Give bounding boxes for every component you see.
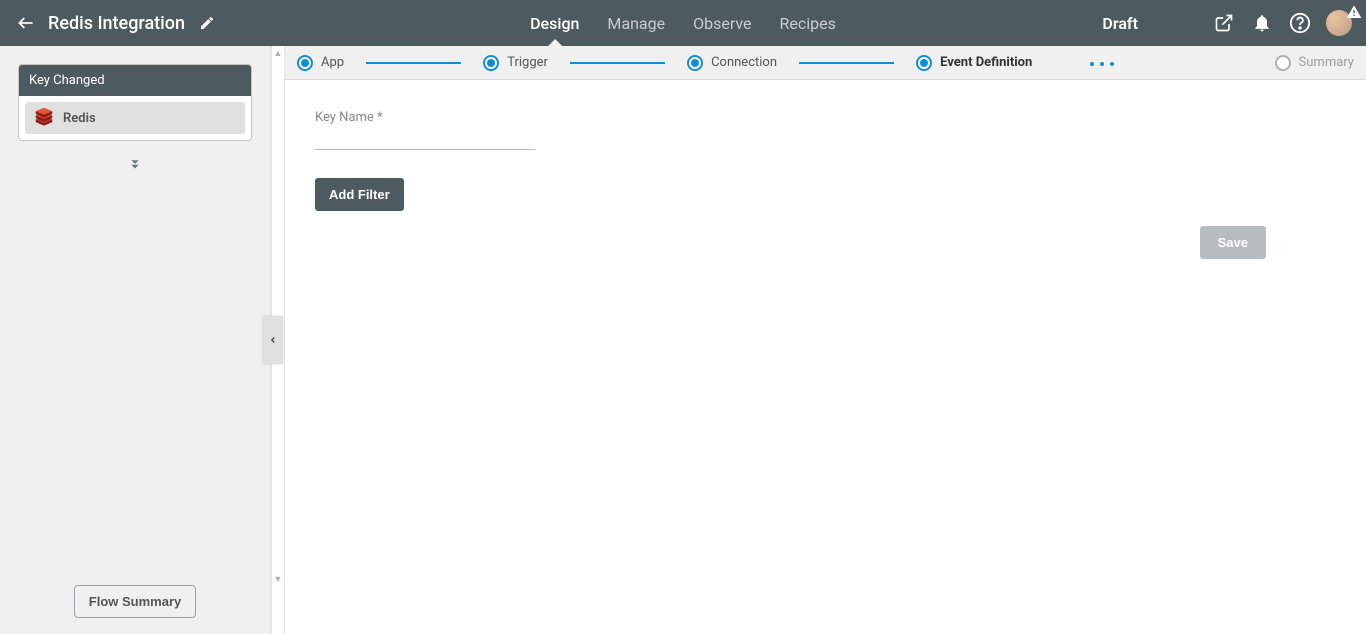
tab-manage[interactable]: Manage xyxy=(607,0,665,46)
avatar[interactable] xyxy=(1326,10,1352,36)
form-area: Key Name * Add Filter Save xyxy=(285,80,1366,634)
step-label-event: Event Definition xyxy=(940,55,1032,70)
sidebar-collapse-handle[interactable] xyxy=(263,316,283,364)
step-connection[interactable]: Connection xyxy=(687,55,777,71)
page-title: Redis Integration xyxy=(48,13,185,34)
tab-recipes[interactable]: Recipes xyxy=(780,0,836,46)
warning-icon xyxy=(1346,4,1362,24)
field-key-name: Key Name * xyxy=(315,110,1336,150)
add-filter-button[interactable]: Add Filter xyxy=(315,178,404,211)
key-name-input[interactable] xyxy=(315,128,535,150)
step-connector xyxy=(366,62,461,64)
step-label-trigger: Trigger xyxy=(507,55,548,70)
step-trigger[interactable]: Trigger xyxy=(483,55,548,71)
stepbar: App Trigger Connection Event Definition xyxy=(285,46,1366,80)
step-radio-app-icon xyxy=(297,55,313,71)
sidebar-card-title: Key Changed xyxy=(19,65,251,96)
expand-toggle-icon[interactable] xyxy=(0,155,270,177)
sidebar-card: Key Changed Redis xyxy=(18,64,252,141)
sidebar-app-item[interactable]: Redis xyxy=(25,102,245,134)
step-radio-trigger-icon xyxy=(483,55,499,71)
sidebar-card-body: Redis xyxy=(19,96,251,140)
redis-icon xyxy=(33,107,55,129)
step-app[interactable]: App xyxy=(297,55,344,71)
edit-title-icon[interactable] xyxy=(195,11,219,35)
topbar-tabs: Design Manage Observe Recipes xyxy=(530,0,836,46)
step-connector xyxy=(570,62,665,64)
bell-icon[interactable] xyxy=(1250,11,1274,35)
help-icon[interactable] xyxy=(1288,11,1312,35)
scroll-up-icon[interactable]: ▲ xyxy=(271,46,285,60)
flow-summary-button[interactable]: Flow Summary xyxy=(74,585,196,618)
status-label: Draft xyxy=(1102,14,1138,33)
sidebar: Key Changed Redis Flow Summary xyxy=(0,46,271,634)
save-button[interactable]: Save xyxy=(1200,226,1266,259)
step-radio-summary-icon xyxy=(1275,55,1291,71)
save-area: Save xyxy=(1200,226,1266,259)
step-label-app: App xyxy=(321,55,344,70)
scroll-down-icon[interactable]: ▼ xyxy=(271,572,285,586)
step-radio-event-icon xyxy=(916,55,932,71)
tab-observe[interactable]: Observe xyxy=(693,0,751,46)
step-summary: Summary xyxy=(1275,55,1354,71)
step-radio-connection-icon xyxy=(687,55,703,71)
step-label-summary: Summary xyxy=(1299,55,1354,70)
key-name-label: Key Name * xyxy=(315,110,1336,125)
sidebar-footer: Flow Summary xyxy=(0,571,270,634)
content: App Trigger Connection Event Definition xyxy=(285,46,1366,634)
step-event-definition[interactable]: Event Definition xyxy=(916,55,1032,71)
back-arrow-icon[interactable] xyxy=(14,11,38,35)
sidebar-app-label: Redis xyxy=(63,111,96,126)
step-connector xyxy=(799,62,894,64)
workspace: Key Changed Redis Flow Summary ▲ ▼ xyxy=(0,46,1366,634)
tab-design[interactable]: Design xyxy=(530,0,579,46)
open-external-icon[interactable] xyxy=(1212,11,1236,35)
topbar-right: Draft xyxy=(1102,10,1352,36)
step-label-connection: Connection xyxy=(711,55,777,70)
topbar: Redis Integration Design Manage Observe … xyxy=(0,0,1366,46)
topbar-left: Redis Integration xyxy=(14,11,219,35)
step-connector-dotted xyxy=(1054,62,1149,64)
